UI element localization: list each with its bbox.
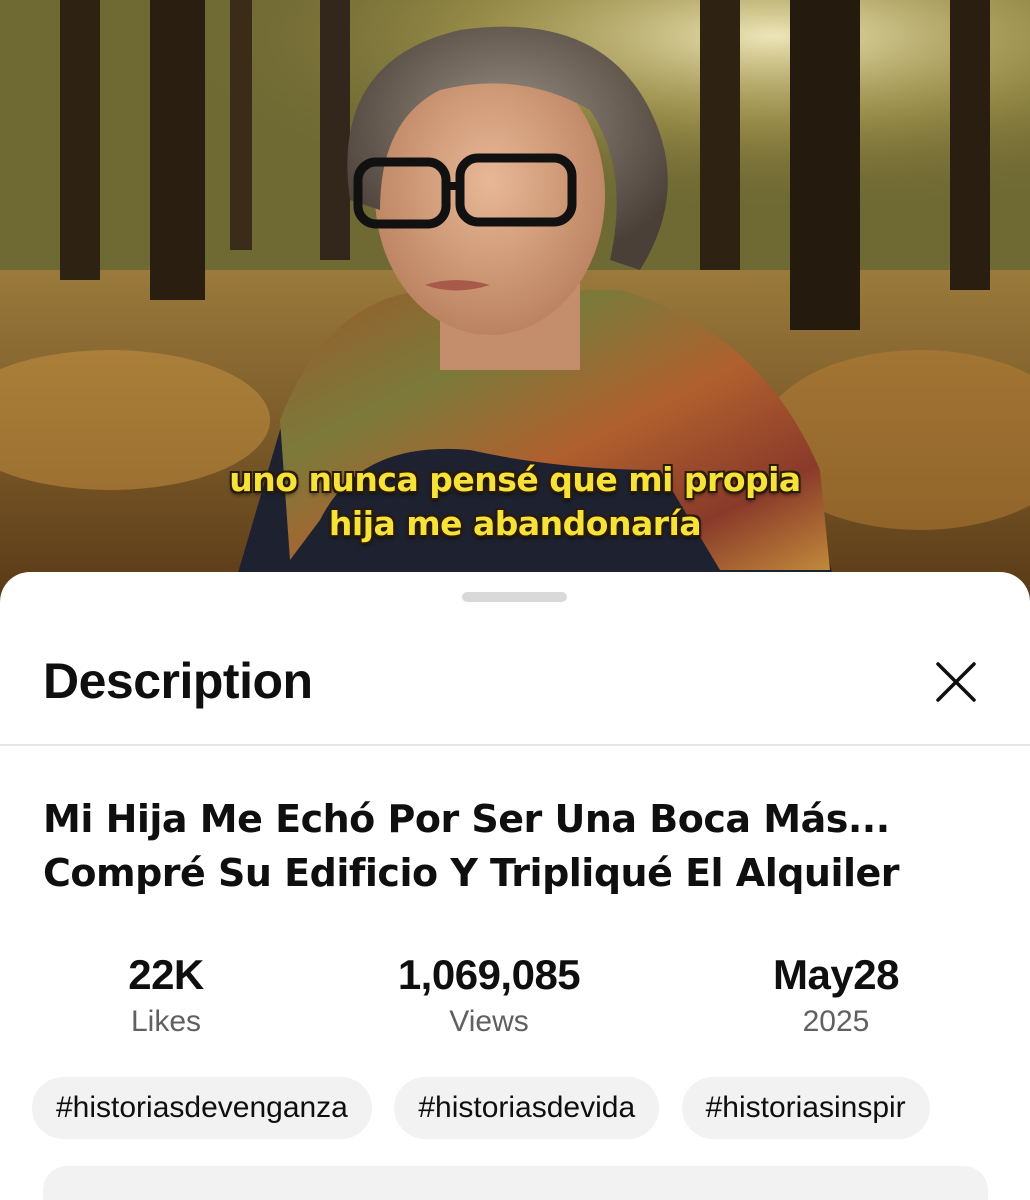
hashtag-chip[interactable]: #historiasinspir	[681, 1077, 930, 1139]
sheet-title: Description	[43, 653, 313, 709]
caption-line-1: uno nunca pensé que mi propia	[229, 460, 801, 499]
hashtag-chip[interactable]: #historiasdevida	[394, 1077, 660, 1139]
drag-handle[interactable]	[462, 592, 567, 602]
views-stat: 1,069,085 Views	[397, 950, 581, 1042]
video-title-line-2: Compré Su Edificio Y Tripliqué El Alquil…	[43, 851, 900, 895]
app-frame: uno nunca pensé que mi propia hija me ab…	[0, 0, 1030, 1200]
publish-year: 2025	[802, 1005, 870, 1038]
likes-count: 22K	[128, 951, 204, 998]
hashtag-list: #historiasdevenganza #historiasdevida #h…	[32, 1077, 1030, 1141]
date-stat: May28 2025	[773, 950, 899, 1042]
likes-stat: 22K Likes	[128, 950, 204, 1042]
video-player[interactable]: uno nunca pensé que mi propia hija me ab…	[0, 0, 1030, 600]
caption-line-2: hija me abandonaría	[328, 504, 702, 543]
close-icon	[936, 662, 976, 702]
header-divider	[0, 744, 1030, 746]
video-title-line-1: Mi Hija Me Echó Por Ser Una Boca Más...	[43, 797, 890, 841]
description-sheet: Description Mi Hija Me Echó Por Ser Una …	[0, 572, 1030, 1200]
likes-label: Likes	[130, 1005, 202, 1038]
video-title: Mi Hija Me Echó Por Ser Una Boca Más... …	[43, 792, 1003, 900]
publish-date: May28	[773, 951, 899, 998]
hashtag-chip[interactable]: #historiasdevenganza	[32, 1077, 372, 1139]
description-text-card[interactable]	[43, 1166, 988, 1200]
close-button[interactable]	[926, 652, 986, 712]
views-label: Views	[449, 1005, 529, 1038]
views-count: 1,069,085	[397, 951, 581, 998]
video-caption: uno nunca pensé que mi propia hija me ab…	[0, 458, 1030, 546]
